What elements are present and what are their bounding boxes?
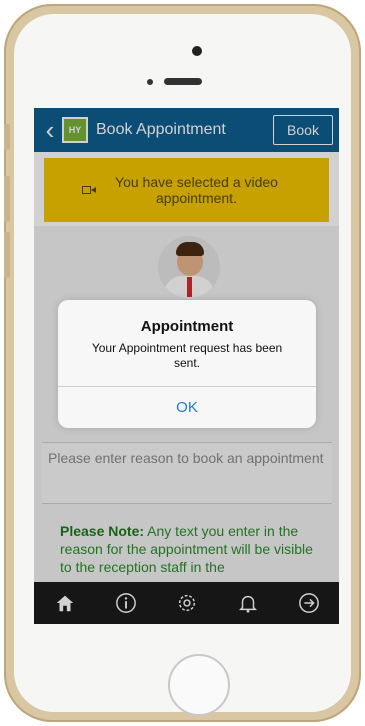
volume-up-button: [4, 176, 10, 222]
home-button[interactable]: [168, 654, 230, 716]
mute-switch: [4, 124, 10, 150]
appointment-alert-dialog: Appointment Your Appointment request has…: [58, 300, 316, 428]
app-screen: ‹ HY Book Appointment Book You have sele…: [34, 108, 339, 624]
front-camera: [192, 46, 202, 56]
alert-title: Appointment: [140, 318, 234, 335]
volume-down-button: [4, 232, 10, 278]
alert-message: Your Appointment request has been sent.: [91, 341, 283, 370]
proximity-sensor: [147, 79, 153, 85]
ok-button[interactable]: OK: [58, 386, 316, 428]
earpiece-speaker: [164, 78, 202, 85]
